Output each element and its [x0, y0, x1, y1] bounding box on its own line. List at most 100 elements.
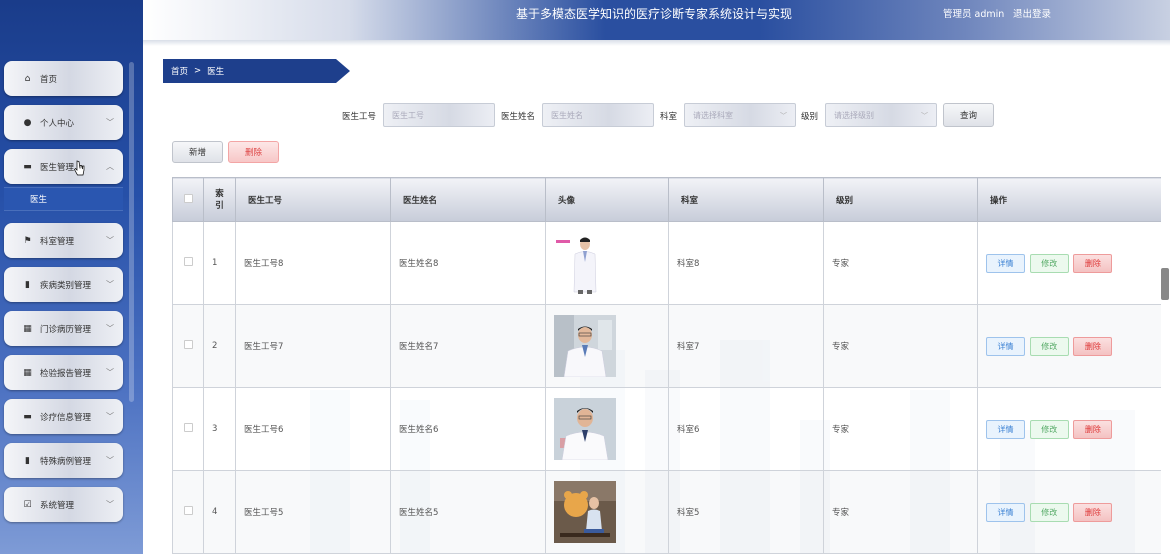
- row-index: 1: [203, 221, 236, 305]
- select-all-checkbox[interactable]: [183, 193, 193, 203]
- sidebar-item-doctor-management[interactable]: ▬ 医生管理 ︿: [4, 149, 123, 184]
- sidebar-item-label: 诊疗信息管理: [40, 412, 92, 423]
- sidebar-menu: ⌂ 首页 ● 个人中心 ﹀ ▬ 医生管理 ︿ 医生 ⚑ 科室管理 ﹀ ▮ 疾病类…: [4, 61, 123, 531]
- dept-select-placeholder: 请选择科室: [693, 110, 733, 120]
- row-checkbox-cell[interactable]: [172, 304, 204, 388]
- row-checkbox[interactable]: [183, 257, 193, 266]
- flag-icon: ⚑: [23, 235, 32, 246]
- row-doctor-no: 医生工号6: [235, 387, 391, 471]
- edit-button[interactable]: 修改: [1029, 419, 1069, 439]
- table-header-row: 索引 医生工号 医生姓名 头像 科室 级别 操作: [172, 177, 1161, 222]
- row-avatar-cell: [545, 304, 669, 388]
- row-checkbox-cell[interactable]: [172, 387, 204, 471]
- doctor-name-input[interactable]: 医生姓名: [542, 103, 654, 127]
- person-icon: ●: [23, 117, 32, 128]
- row-level: 专家: [823, 387, 978, 471]
- detail-button[interactable]: 详情: [986, 502, 1025, 522]
- chevron-down-icon: ﹀: [106, 368, 114, 377]
- delete-button[interactable]: 删除: [1073, 502, 1113, 522]
- row-dept: 科室5: [668, 470, 824, 554]
- chevron-down-icon: ﹀: [106, 456, 114, 465]
- edit-button[interactable]: 修改: [1029, 502, 1069, 522]
- add-button[interactable]: 新增: [172, 141, 223, 163]
- col-doctor-name: 医生姓名: [390, 177, 546, 222]
- dept-select[interactable]: 请选择科室 ﹀: [684, 103, 796, 127]
- sidebar-scrollbar[interactable]: [129, 62, 134, 402]
- doctor-avatar-image[interactable]: [554, 398, 616, 460]
- sidebar-item-lab-reports[interactable]: ▦ 检验报告管理 ﹀: [4, 355, 123, 390]
- doctor-avatar-image[interactable]: [554, 481, 616, 543]
- chevron-down-icon: ﹀: [106, 280, 114, 289]
- mouse-cursor-icon: [74, 160, 85, 176]
- row-index: 2: [203, 304, 236, 388]
- row-index: 4: [203, 470, 236, 554]
- select-all-checkbox-cell[interactable]: [172, 177, 204, 222]
- edit-button[interactable]: 修改: [1029, 253, 1069, 273]
- home-icon: ⌂: [24, 73, 31, 84]
- bar-chart-icon: ▮: [25, 279, 30, 290]
- level-label: 级别: [801, 112, 819, 122]
- sidebar-item-special-cases[interactable]: ▮ 特殊病例管理 ﹀: [4, 443, 123, 478]
- sidebar-item-home[interactable]: ⌂ 首页: [4, 61, 123, 96]
- sidebar-item-dept-management[interactable]: ⚑ 科室管理 ﹀: [4, 223, 123, 258]
- chart-icon: ▮: [25, 455, 30, 466]
- logout-link[interactable]: 退出登录: [1013, 6, 1051, 20]
- row-checkbox[interactable]: [183, 423, 193, 432]
- breadcrumb-home[interactable]: 首页: [171, 65, 188, 77]
- sidebar-item-personal-center[interactable]: ● 个人中心 ﹀: [4, 105, 123, 140]
- detail-button[interactable]: 详情: [986, 419, 1025, 439]
- row-level: 专家: [823, 221, 978, 305]
- sidebar-item-label: 特殊病例管理: [40, 456, 92, 467]
- delete-button[interactable]: 删除: [1073, 253, 1113, 273]
- row-avatar-cell: [545, 221, 669, 305]
- batch-delete-button[interactable]: 删除: [228, 141, 279, 163]
- doctor-avatar-image[interactable]: [554, 232, 616, 294]
- row-ops-cell: 详情 修改 删除: [977, 221, 1161, 305]
- query-button[interactable]: 查询: [943, 103, 994, 127]
- sidebar-item-label: 科室管理: [40, 236, 75, 247]
- delete-button[interactable]: 删除: [1073, 419, 1113, 439]
- detail-button[interactable]: 详情: [986, 253, 1025, 273]
- chevron-down-icon: ﹀: [780, 112, 787, 120]
- row-checkbox-cell[interactable]: [172, 221, 204, 305]
- row-ops-cell: 详情 修改 删除: [977, 470, 1161, 554]
- sidebar-item-outpatient-records[interactable]: ▦ 门诊病历管理 ﹀: [4, 311, 123, 346]
- check-square-icon: ☑: [23, 499, 32, 510]
- col-level: 级别: [823, 177, 978, 222]
- delete-button[interactable]: 删除: [1073, 336, 1113, 356]
- row-ops-cell: 详情 修改 删除: [977, 304, 1161, 388]
- sidebar-item-label: 个人中心: [40, 118, 75, 129]
- sidebar-item-disease-category[interactable]: ▮ 疾病类别管理 ﹀: [4, 267, 123, 302]
- breadcrumb: 首页 > 医生: [163, 59, 350, 83]
- row-avatar-cell: [545, 387, 669, 471]
- row-doctor-no: 医生工号5: [235, 470, 391, 554]
- edit-button[interactable]: 修改: [1029, 336, 1069, 356]
- row-doctor-no: 医生工号7: [235, 304, 391, 388]
- sidebar-item-diagnosis-info[interactable]: ▬ 诊疗信息管理 ﹀: [4, 399, 123, 434]
- current-user: 管理员 admin: [943, 9, 1005, 20]
- breadcrumb-current: 医生: [207, 67, 225, 77]
- chevron-down-icon: ﹀: [921, 112, 928, 120]
- page-scrollbar[interactable]: [1161, 268, 1169, 300]
- row-avatar-cell: [545, 470, 669, 554]
- dept-label: 科室: [660, 112, 678, 122]
- detail-button[interactable]: 详情: [986, 336, 1025, 356]
- row-checkbox-cell[interactable]: [172, 470, 204, 554]
- sidebar-item-label: 门诊病历管理: [40, 324, 92, 335]
- sidebar-item-system-management[interactable]: ☑ 系统管理 ﹀: [4, 487, 123, 522]
- row-checkbox[interactable]: [183, 506, 193, 515]
- row-checkbox[interactable]: [183, 340, 193, 349]
- sidebar-subitem-doctor[interactable]: 医生: [4, 187, 123, 211]
- row-doctor-name: 医生姓名8: [390, 221, 546, 305]
- chevron-down-icon: ﹀: [106, 412, 114, 421]
- col-doctor-no: 医生工号: [235, 177, 391, 222]
- level-select[interactable]: 请选择级别 ﹀: [825, 103, 937, 127]
- row-index: 3: [203, 387, 236, 471]
- level-select-placeholder: 请选择级别: [834, 110, 874, 120]
- table-row: 4 医生工号5 医生姓名5 科室5 专家 详情 修改 删除: [172, 470, 1161, 554]
- table-row: 2 医生工号7 医生姓名7 科室7 专家 详情 修改 删除: [172, 304, 1161, 388]
- doctor-avatar-image[interactable]: [554, 315, 616, 377]
- row-dept: 科室8: [668, 221, 824, 305]
- doctor-no-input[interactable]: 医生工号: [383, 103, 495, 127]
- row-dept: 科室6: [668, 387, 824, 471]
